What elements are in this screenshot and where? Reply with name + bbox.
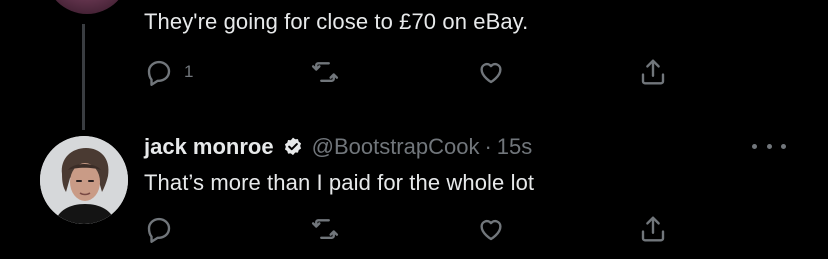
like-button[interactable] [476, 213, 506, 245]
retweet-icon [311, 62, 339, 82]
user-handle[interactable]: @BootstrapCook [312, 134, 480, 160]
heart-icon [480, 63, 502, 84]
timestamp[interactable]: 15s [497, 134, 532, 160]
reply-icon [147, 217, 171, 243]
verified-badge-icon [284, 137, 301, 156]
share-icon [641, 59, 665, 85]
more-options-button[interactable] [752, 136, 786, 156]
reply-button[interactable]: 1 [144, 56, 193, 88]
share-button[interactable] [638, 213, 668, 245]
display-name[interactable]: jack monroe [144, 134, 274, 160]
reply-tweet-actions [144, 213, 684, 245]
previous-tweet-text: They're going for close to £70 on eBay. [144, 9, 529, 34]
reply-icon [147, 60, 171, 86]
share-button[interactable] [638, 56, 668, 88]
previous-tweet-actions: 1 [144, 56, 684, 88]
tweet-header: jack monroe @BootstrapCook · 15s [144, 132, 532, 162]
reply-tweet-text: That’s more than I paid for the whole lo… [144, 170, 535, 195]
like-button[interactable] [476, 56, 506, 88]
reply-count: 1 [184, 62, 194, 81]
retweet-button[interactable] [310, 213, 340, 245]
heart-icon [480, 220, 502, 241]
share-icon [641, 216, 665, 242]
avatar[interactable] [40, 136, 128, 224]
separator-dot: · [484, 134, 492, 159]
reply-button[interactable] [144, 213, 184, 245]
retweet-icon [311, 219, 339, 239]
thread-connector-line [82, 24, 85, 130]
previous-tweet-avatar[interactable] [45, 0, 129, 14]
retweet-button[interactable] [310, 56, 340, 88]
more-icon [752, 143, 757, 149]
profile-photo [40, 136, 128, 224]
